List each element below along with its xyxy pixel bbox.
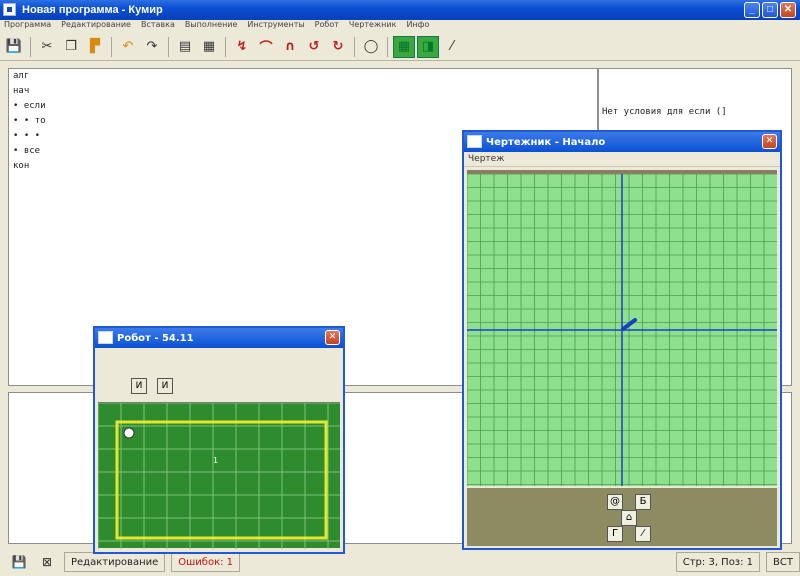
robot-window[interactable]: Робот - 54.11 ✕ И И 1 [93, 326, 345, 554]
toolbar-separator [387, 36, 388, 57]
robot-tool-button[interactable]: И [157, 378, 173, 394]
menu-robot[interactable]: Робот [315, 20, 339, 32]
window-icon [98, 331, 113, 344]
main-window-title: Новая программа - Кумир [22, 4, 163, 16]
error-message: Нет условия для если (] [602, 107, 727, 117]
robot-tool-button[interactable]: И [131, 378, 147, 394]
drawer-menu-bar: Чертеж [464, 152, 780, 167]
cut-icon[interactable]: ✂ [36, 36, 58, 58]
minimize-button[interactable]: _ [744, 2, 760, 18]
menu-program[interactable]: Программа [4, 20, 51, 32]
circle-icon[interactable]: ◯ [360, 36, 382, 58]
window-icon [467, 135, 482, 148]
drawer-icon[interactable]: ◨ [417, 35, 439, 58]
pause-icon[interactable]: ↻ [327, 36, 349, 58]
drawer-window[interactable]: Чертежник - Начало ✕ Чертеж @ Б ⌂ Г ⁄ [462, 130, 782, 550]
toolbar-separator [168, 36, 169, 57]
pen-icon[interactable]: ⁄ [441, 36, 463, 58]
pad-button[interactable]: ⁄ [635, 526, 651, 542]
run-icon[interactable]: ▦ [198, 36, 220, 58]
status-mode: Редактирование [64, 552, 166, 572]
close-button[interactable]: ✕ [762, 134, 777, 149]
toolbar-separator [354, 36, 355, 57]
menu-tools[interactable]: Инструменты [247, 20, 304, 32]
robot-window-title: Робот - 54.11 [117, 332, 194, 344]
robot-field[interactable]: 1 [98, 402, 340, 549]
status-position: Стр: 3, Поз: 1 [675, 552, 761, 572]
menu-bar: Программа Редактирование Вставка Выполне… [0, 20, 800, 32]
cell-label: 1 [213, 456, 218, 465]
menu-info[interactable]: Инфо [406, 20, 429, 32]
paste-icon[interactable]: ▛ [84, 36, 106, 58]
step-in-icon[interactable]: ⌒ [255, 36, 277, 58]
menu-edit[interactable]: Редактирование [61, 20, 131, 32]
drawing-canvas[interactable] [467, 170, 777, 486]
step-icon[interactable]: ↯ [231, 36, 253, 58]
compile-icon[interactable]: ▤ [174, 36, 196, 58]
robot-grid: 1 [98, 403, 340, 549]
toolbar-separator [111, 36, 112, 57]
code-line[interactable]: • • то [9, 114, 597, 129]
redo-icon[interactable]: ↷ [141, 36, 163, 58]
drawer-window-title-bar[interactable]: Чертежник - Начало ✕ [464, 132, 780, 152]
code-line[interactable]: • если [9, 99, 597, 114]
toolbar-separator [30, 36, 31, 57]
pad-button[interactable]: Б [635, 494, 651, 510]
maximize-button[interactable]: □ [762, 2, 778, 18]
copy-icon[interactable]: ❐ [60, 36, 82, 58]
pad-button[interactable]: @ [607, 494, 623, 510]
drawer-control-pad: @ Б ⌂ Г ⁄ [467, 488, 777, 546]
save-icon[interactable]: 💾 [8, 551, 30, 573]
undo-icon[interactable]: ↶ [117, 36, 139, 58]
close-button[interactable]: ✕ [780, 2, 796, 18]
drawer-window-title: Чертежник - Начало [486, 136, 606, 148]
toolbar-separator [225, 36, 226, 57]
main-title-bar[interactable]: Новая программа - Кумир _ □ ✕ [0, 0, 800, 20]
toolbar: 💾 ✂ ❐ ▛ ↶ ↷ ▤ ▦ ↯ ⌒ ∩ ↺ ↻ ◯ ▦ ◨ ⁄ [0, 33, 800, 61]
drawing-grid [467, 174, 777, 486]
status-insert-mode: ВСТ [766, 552, 800, 572]
stop-icon[interactable]: ↺ [303, 36, 325, 58]
code-line[interactable]: алг [9, 69, 597, 84]
robot-window-title-bar[interactable]: Робот - 54.11 ✕ [95, 328, 343, 348]
close-icon[interactable]: ⊠ [36, 551, 58, 573]
menu-insert[interactable]: Вставка [141, 20, 175, 32]
robot-toolbar: И И [95, 348, 343, 400]
robot-icon[interactable]: ▦ [393, 35, 415, 58]
drawer-menu-item[interactable]: Чертеж [468, 154, 504, 164]
menu-drawer[interactable]: Чертежник [349, 20, 397, 32]
kumir-app-icon [3, 3, 16, 16]
menu-run[interactable]: Выполнение [185, 20, 238, 32]
field-wall [115, 420, 328, 540]
robot-marker [123, 427, 135, 439]
code-line[interactable]: нач [9, 84, 597, 99]
save-icon[interactable]: 💾 [3, 36, 25, 58]
pad-center-button[interactable]: ⌂ [621, 510, 637, 526]
status-errors: Ошибок: 1 [171, 552, 241, 572]
close-button[interactable]: ✕ [325, 330, 340, 345]
pad-button[interactable]: Г [607, 526, 623, 542]
step-out-icon[interactable]: ∩ [279, 36, 301, 58]
